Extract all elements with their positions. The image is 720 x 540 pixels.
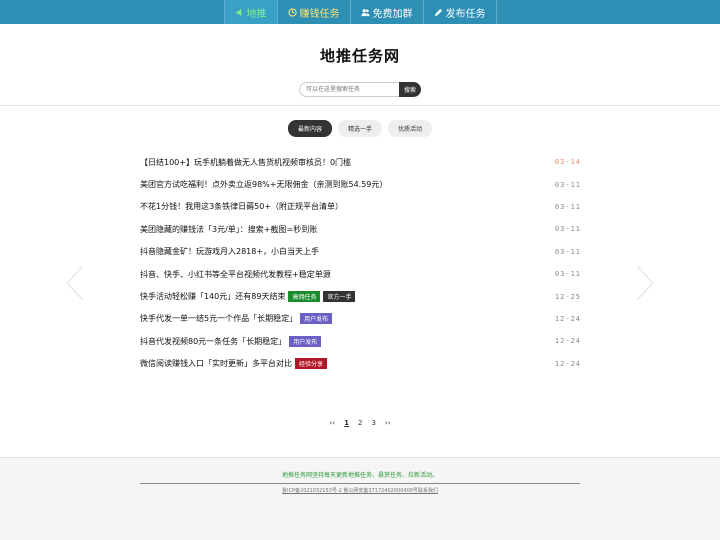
page-link[interactable]: 1 bbox=[344, 419, 349, 427]
megaphone-icon bbox=[235, 8, 241, 16]
item-date: 03-11 bbox=[554, 247, 581, 256]
footer-slogan: 地推任务网坚持每天更新地推任务、悬赏任务、拉新活动。 bbox=[281, 472, 438, 479]
tab-latest[interactable]: 最新内容 bbox=[287, 120, 332, 137]
item-date: 03-11 bbox=[554, 180, 581, 189]
list-item[interactable]: 不花1分钱！我用这3条铁律日薅50+（附正规平台清单） 03-11 bbox=[140, 196, 581, 218]
list-item[interactable]: 快手代发一单一结5元一个作品「长期稳定」 用户发布 12-24 bbox=[140, 308, 581, 330]
list-item[interactable]: 【日结100+】玩手机躺着做无人售货机视频审核员！0门槛 03-14 bbox=[140, 151, 581, 173]
search-form: 搜索 bbox=[299, 82, 421, 97]
clock-icon bbox=[287, 7, 297, 17]
tag-badge[interactable]: 经验分享 bbox=[295, 358, 328, 370]
contact-link[interactable]: 联系我们 bbox=[418, 488, 438, 494]
item-title[interactable]: 不花1分钱！我用这3条铁律日薅50+（附正规平台清单） bbox=[140, 201, 343, 212]
page-link[interactable]: 2 bbox=[358, 419, 362, 427]
list-item[interactable]: 抖音隐藏金矿！玩游戏月入2818+，小白当天上手 03-11 bbox=[140, 241, 581, 263]
item-date: 12-24 bbox=[554, 337, 581, 346]
top-nav: 地推 赚钱任务 免费加群 发布任务 bbox=[0, 0, 720, 24]
item-title[interactable]: 快手活动轻松赚「140元」还有89天结束 高佣任务 官方一手 bbox=[140, 291, 356, 303]
tag-badge[interactable]: 官方一手 bbox=[323, 291, 356, 303]
item-date: 03-11 bbox=[554, 270, 581, 279]
footer: 地推任务网坚持每天更新地推任务、悬赏任务、拉新活动。 鲁ICP备20210321… bbox=[0, 457, 720, 540]
nav-label: 免费加群 bbox=[372, 8, 413, 20]
nav-label: 赚钱任务 bbox=[299, 8, 340, 20]
tab-activities[interactable]: 优质活动 bbox=[388, 120, 433, 137]
next-page-button[interactable]: ›› bbox=[385, 419, 391, 427]
item-title[interactable]: 美团隐藏的赚钱法「3元/单」：搜索+截图=秒到账 bbox=[140, 224, 317, 235]
chevron-right-icon[interactable] bbox=[634, 264, 656, 302]
item-title[interactable]: 抖音代发视频80元一条任务「长期稳定」 用户发布 bbox=[140, 335, 322, 347]
list-item[interactable]: 美团官方试吃福利！点外卖立返98%+无限佣金（亲测到账54.59元） 03-11 bbox=[140, 173, 581, 195]
item-date: 03-11 bbox=[554, 225, 581, 234]
task-list: 【日结100+】玩手机躺着做无人售货机视频审核员！0门槛 03-14 美团官方试… bbox=[140, 151, 581, 375]
nav-label: 发布任务 bbox=[445, 8, 486, 20]
nav-label: 地推 bbox=[246, 8, 267, 20]
page-link[interactable]: 3 bbox=[371, 419, 375, 427]
pagination: ‹‹ 1 2 3 ›› bbox=[0, 419, 720, 427]
tag-badge[interactable]: 高佣任务 bbox=[288, 291, 321, 303]
list-item[interactable]: 快手活动轻松赚「140元」还有89天结束 高佣任务 官方一手 12-25 bbox=[140, 285, 581, 307]
chevron-left-icon[interactable] bbox=[64, 264, 86, 302]
icp-link[interactable]: 鲁ICP备2021032153号-2 鲁公网安备37172402000408号 bbox=[282, 488, 418, 494]
nav-item-join-group[interactable]: 免费加群 bbox=[349, 0, 423, 24]
list-item[interactable]: 抖音、快手、小红书等全平台视频代发教程+稳定单源 03-11 bbox=[140, 263, 581, 285]
item-date: 03-11 bbox=[554, 202, 581, 211]
pencil-icon bbox=[434, 8, 442, 16]
nav-item-earn-tasks[interactable]: 赚钱任务 bbox=[276, 0, 350, 24]
prev-page-button[interactable]: ‹‹ bbox=[329, 419, 335, 427]
header: 地推任务网 搜索 bbox=[0, 24, 720, 106]
nav-item-publish-task[interactable]: 发布任务 bbox=[422, 0, 497, 24]
item-title[interactable]: 微信阅读赚钱入口「实时更新」多平台对比 经验分享 bbox=[140, 358, 328, 370]
list-item[interactable]: 微信阅读赚钱入口「实时更新」多平台对比 经验分享 12-24 bbox=[140, 353, 581, 375]
tag-badge[interactable]: 用户发布 bbox=[289, 335, 322, 347]
tab-featured[interactable]: 精选一手 bbox=[337, 120, 382, 137]
item-date: 12-24 bbox=[554, 359, 581, 368]
footer-icp: 鲁ICP备2021032153号-2 鲁公网安备37172402000408号联… bbox=[0, 487, 720, 494]
nav-item-ditui[interactable]: 地推 bbox=[223, 0, 277, 24]
tag-badge[interactable]: 用户发布 bbox=[300, 313, 333, 325]
item-title[interactable]: 【日结100+】玩手机躺着做无人售货机视频审核员！0门槛 bbox=[140, 157, 351, 168]
item-title[interactable]: 抖音隐藏金矿！玩游戏月入2818+，小白当天上手 bbox=[140, 246, 319, 257]
search-button[interactable]: 搜索 bbox=[399, 82, 421, 97]
item-date: 12-24 bbox=[554, 314, 581, 323]
search-input[interactable] bbox=[299, 82, 399, 97]
item-title[interactable]: 美团官方试吃福利！点外卖立返98%+无限佣金（亲测到账54.59元） bbox=[140, 179, 387, 190]
content-tabs: 最新内容 精选一手 优质活动 bbox=[0, 120, 720, 137]
item-title[interactable]: 快手代发一单一结5元一个作品「长期稳定」 用户发布 bbox=[140, 313, 333, 325]
site-title: 地推任务网 bbox=[319, 47, 400, 65]
footer-divider bbox=[140, 483, 580, 484]
item-title[interactable]: 抖音、快手、小红书等全平台视频代发教程+稳定单源 bbox=[140, 269, 331, 280]
item-date: 12-25 bbox=[554, 292, 581, 301]
item-date: 03-14 bbox=[554, 158, 581, 167]
list-item[interactable]: 美团隐藏的赚钱法「3元/单」：搜索+截图=秒到账 03-11 bbox=[140, 218, 581, 240]
list-item[interactable]: 抖音代发视频80元一条任务「长期稳定」 用户发布 12-24 bbox=[140, 330, 581, 352]
users-icon bbox=[360, 8, 370, 16]
